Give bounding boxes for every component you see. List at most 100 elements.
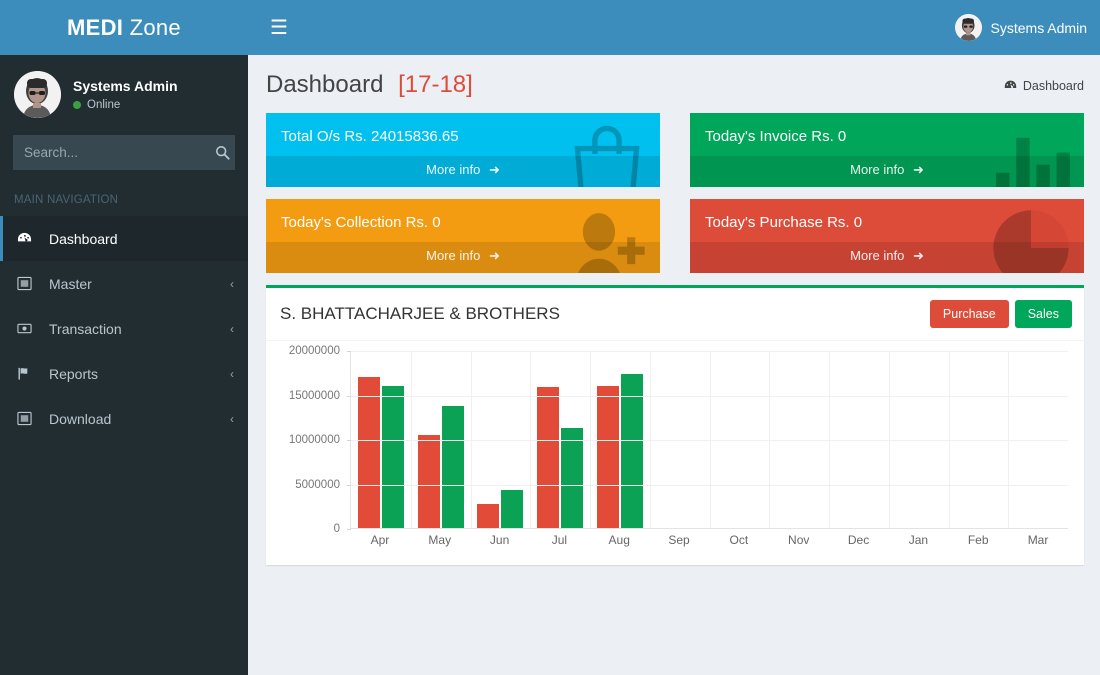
logo-light: Zone (130, 15, 181, 40)
search-box[interactable] (13, 135, 235, 170)
online-status-dot (73, 101, 81, 109)
sales-button[interactable]: Sales (1015, 300, 1072, 328)
y-axis-tick-label: 10000000 (289, 434, 340, 446)
breadcrumb[interactable]: Dashboard (1004, 79, 1084, 93)
sidebar-user-status-label: Online (87, 99, 120, 111)
x-axis-tick-label: Mar (1008, 533, 1068, 547)
money-icon (17, 321, 39, 336)
stat-box-total-os: Total O/s Rs. 24015836.65 More info ➜ (266, 113, 660, 187)
gridline (351, 396, 1068, 397)
content-header: Dashboard [17-18] Dashboard (248, 55, 1100, 113)
y-axis-tick-label: 15000000 (289, 390, 340, 402)
stat-col: Today's Purchase Rs. 0 More info ➜ (690, 199, 1084, 273)
x-axis-tick-label: Jul (529, 533, 589, 547)
y-axis-labels: 05000000100000001500000020000000 (278, 351, 346, 529)
more-info-link[interactable]: More info ➜ (690, 156, 1084, 187)
avatar (14, 71, 61, 118)
avatar-image (955, 14, 982, 41)
axis-tick (347, 485, 351, 486)
dashboard-page: MEDI Zone (0, 0, 1100, 675)
chart-bar-sales[interactable] (382, 386, 404, 528)
purchase-button[interactable]: Purchase (930, 300, 1009, 328)
sidebar-user-name: Systems Admin (73, 77, 178, 95)
stat-box-text: Today's Collection Rs. 0 (281, 212, 645, 234)
chevron-left-icon: ‹ (230, 367, 234, 381)
chart-title: S. BHATTACHARJEE & BROTHERS (280, 304, 560, 324)
chart-bar-purchase[interactable] (477, 504, 499, 528)
y-axis-tick-label: 0 (334, 523, 340, 535)
chart-plot-area (350, 351, 1068, 529)
stat-box-content: Today's Purchase Rs. 0 (690, 199, 1084, 242)
axis-tick (347, 351, 351, 352)
axis-tick (347, 440, 351, 441)
x-axis-tick-label: Aug (589, 533, 649, 547)
x-axis-labels: AprMayJunJulAugSepOctNovDecJanFebMar (350, 533, 1068, 547)
stat-box-text: Today's Invoice Rs. 0 (705, 126, 1069, 148)
stat-box-text: Today's Purchase Rs. 0 (705, 212, 1069, 234)
sidebar-item-reports[interactable]: Reports ‹ (0, 351, 248, 396)
bar-chart: 05000000100000001500000020000000 AprMayJ… (278, 351, 1072, 565)
flag-icon (17, 366, 39, 381)
tachometer-icon (1004, 79, 1017, 92)
logo-bold: MEDI (67, 15, 123, 40)
more-info-link[interactable]: More info ➜ (690, 242, 1084, 273)
main-content: ☰ (248, 0, 1100, 675)
axis-tick (347, 529, 351, 530)
arrow-circle-right-icon: ➜ (489, 162, 500, 177)
gridline (351, 440, 1068, 441)
sidebar: MEDI Zone (0, 0, 248, 675)
x-axis-tick-label: Jan (888, 533, 948, 547)
arrow-circle-right-icon: ➜ (913, 162, 924, 177)
avatar-image (14, 71, 61, 118)
stat-box-content: Today's Invoice Rs. 0 (690, 113, 1084, 156)
chevron-left-icon: ‹ (230, 322, 234, 336)
x-axis-tick-label: Oct (709, 533, 769, 547)
stat-col: Today's Invoice Rs. 0 More info ➜ (690, 113, 1084, 187)
stat-col: Total O/s Rs. 24015836.65 More info ➜ (266, 113, 660, 187)
chart-panel-body: 05000000100000001500000020000000 AprMayJ… (266, 341, 1084, 565)
search-button[interactable] (211, 136, 234, 169)
chart-bar-sales[interactable] (621, 374, 643, 528)
hamburger-icon[interactable]: ☰ (264, 14, 294, 42)
stat-box-text: Total O/s Rs. 24015836.65 (281, 126, 645, 148)
more-info-link[interactable]: More info ➜ (266, 242, 660, 273)
sidebar-item-transaction[interactable]: Transaction ‹ (0, 306, 248, 351)
content-body: Total O/s Rs. 24015836.65 More info ➜ (248, 113, 1100, 565)
topbar-user-menu[interactable]: Systems Admin (955, 14, 1087, 41)
object-group-icon (17, 411, 39, 426)
axis-tick (347, 396, 351, 397)
logo[interactable]: MEDI Zone (0, 0, 248, 55)
more-info-label: More info (426, 248, 480, 263)
gridline (351, 485, 1068, 486)
stat-row-1: Total O/s Rs. 24015836.65 More info ➜ (266, 113, 1084, 187)
stat-box-todays-collection: Today's Collection Rs. 0 More info ➜ (266, 199, 660, 273)
chart-bar-sales[interactable] (561, 428, 583, 528)
chart-bar-sales[interactable] (501, 490, 523, 528)
x-axis-tick-label: Apr (350, 533, 410, 547)
sidebar-user-panel[interactable]: Systems Admin Online (0, 55, 248, 133)
page-title-text: Dashboard (266, 71, 383, 98)
search-input[interactable] (14, 145, 211, 160)
chart-panel-header: S. BHATTACHARJEE & BROTHERS Purchase Sal… (266, 288, 1084, 341)
sidebar-item-download[interactable]: Download ‹ (0, 396, 248, 441)
chart-bar-purchase[interactable] (418, 435, 440, 528)
fiscal-year-badge: [17-18] (398, 71, 473, 98)
chart-bar-purchase[interactable] (358, 377, 380, 528)
sidebar-user-status: Online (73, 99, 178, 111)
search-icon (215, 145, 230, 160)
chart-bar-purchase[interactable] (597, 386, 619, 528)
arrow-circle-right-icon: ➜ (489, 248, 500, 263)
sidebar-item-dashboard[interactable]: Dashboard (0, 216, 248, 261)
more-info-link[interactable]: More info ➜ (266, 156, 660, 187)
object-group-icon (17, 276, 39, 291)
topbar: ☰ (248, 0, 1100, 55)
sidebar-item-master[interactable]: Master ‹ (0, 261, 248, 306)
stat-box-content: Total O/s Rs. 24015836.65 (266, 113, 660, 156)
arrow-circle-right-icon: ➜ (913, 248, 924, 263)
chart-bar-purchase[interactable] (537, 387, 559, 528)
y-axis-tick-label: 20000000 (289, 345, 340, 357)
stat-row-2: Today's Collection Rs. 0 More info ➜ (266, 199, 1084, 273)
chevron-left-icon: ‹ (230, 277, 234, 291)
chart-panel: S. BHATTACHARJEE & BROTHERS Purchase Sal… (266, 285, 1084, 565)
chart-bar-sales[interactable] (442, 406, 464, 528)
